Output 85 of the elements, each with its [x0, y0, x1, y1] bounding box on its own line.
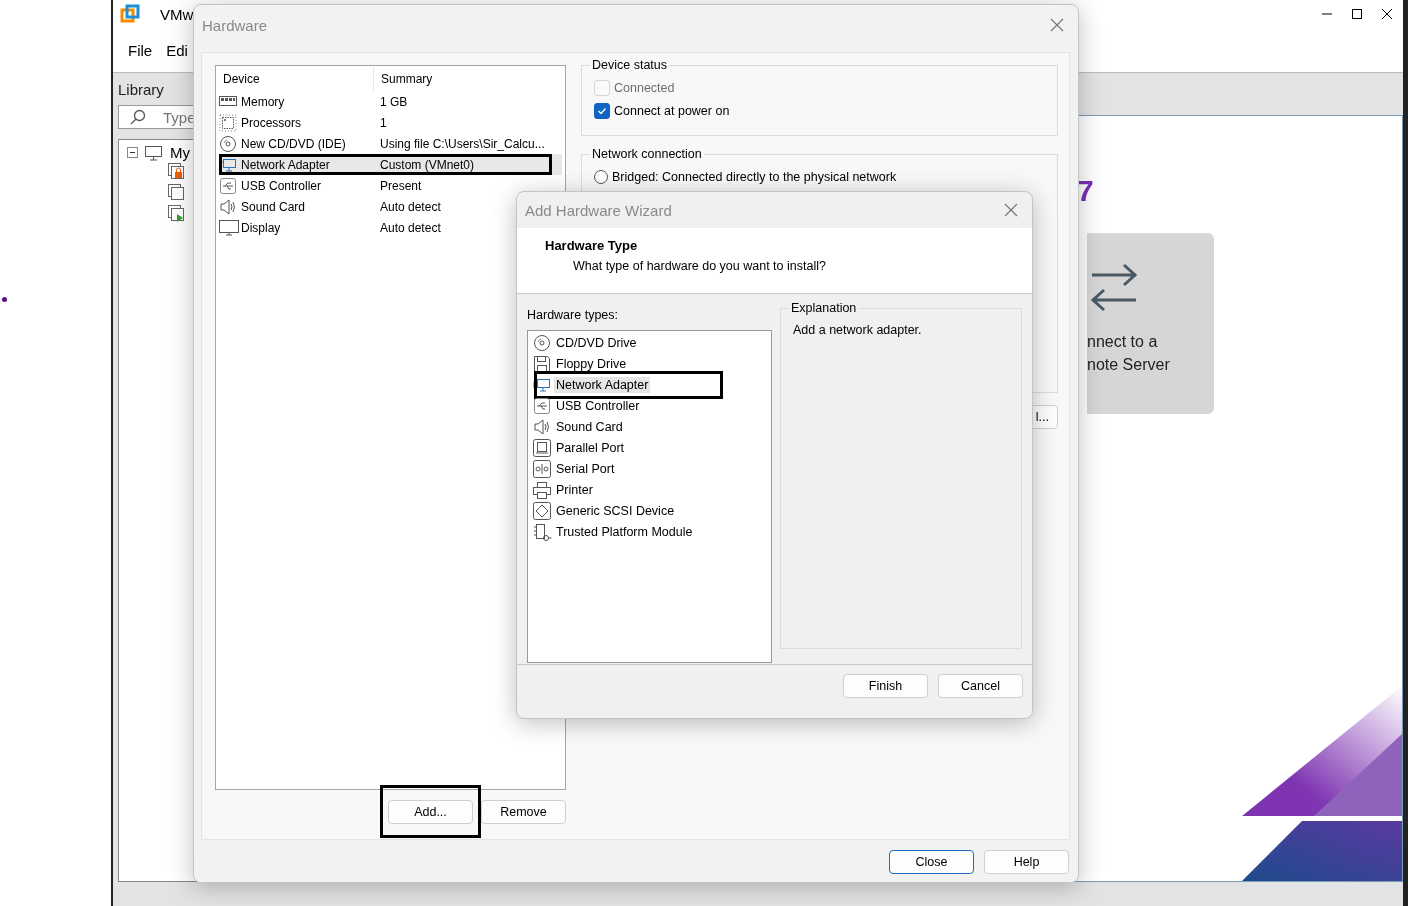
- list-label: Hardware types:: [527, 308, 619, 322]
- parallel-port-icon: [533, 438, 553, 457]
- swap-arrows-icon: [1089, 262, 1139, 314]
- chip-icon: [219, 113, 239, 132]
- dialog-title: Hardware: [202, 16, 268, 34]
- wizard-button[interactable]: Finish: [843, 674, 928, 698]
- list-item[interactable]: Generic SCSI Device: [554, 502, 677, 519]
- radio-option[interactable]: Bridged: Connected directly to the physical network: [594, 165, 1045, 188]
- monitor-icon: [144, 144, 164, 161]
- group-title: Explanation: [790, 301, 858, 315]
- vm-running-icon: [168, 204, 186, 223]
- dialog-button[interactable]: Help: [984, 850, 1069, 874]
- device-row[interactable]: Network Adapter Custom (VMnet0): [219, 154, 562, 175]
- list-item[interactable]: USB Controller: [554, 397, 642, 414]
- dialog-button[interactable]: Close: [889, 850, 974, 874]
- list-item[interactable]: Sound Card: [554, 418, 625, 435]
- serial-port-icon: [533, 459, 553, 478]
- group-title: Network connection: [591, 147, 703, 161]
- header-subtitle: What type of hardware do you want to install?: [573, 259, 827, 273]
- device-row[interactable]: Memory 1 GB: [219, 91, 408, 112]
- device-summary: Using file C:\Users\Sir_Calcu...: [379, 136, 545, 151]
- scsi-device-icon: [533, 501, 553, 520]
- chip-key-icon: [533, 522, 553, 541]
- dialog-title: Add Hardware Wizard: [525, 201, 672, 219]
- list-item[interactable]: Parallel Port: [554, 439, 627, 456]
- device-row[interactable]: Processors 1: [219, 112, 387, 133]
- usb-icon: [533, 396, 553, 415]
- device-name: Display: [241, 220, 281, 235]
- dot-mark: [2, 297, 7, 302]
- list-item[interactable]: Network Adapter: [554, 376, 651, 393]
- device-row[interactable]: USB Controller Present: [219, 175, 422, 196]
- add-button[interactable]: Add...: [388, 800, 473, 824]
- device-summary: Auto detect: [379, 199, 441, 214]
- floppy-icon: [533, 354, 553, 373]
- device-name: USB Controller: [241, 178, 322, 193]
- close-icon: [1381, 8, 1393, 20]
- close-icon: [1050, 18, 1064, 32]
- column-header[interactable]: Device: [219, 67, 374, 91]
- logo-icon: [120, 4, 140, 24]
- close-button[interactable]: [1002, 201, 1020, 219]
- remote-server-card[interactable]: nnect to a note Server: [1087, 233, 1214, 414]
- list-item[interactable]: CD/DVD Drive: [554, 334, 639, 351]
- header-title: Hardware Type: [545, 238, 639, 253]
- menu-item[interactable]: Edi: [166, 41, 188, 59]
- close-button[interactable]: [1048, 16, 1066, 34]
- device-row[interactable]: Sound Card Auto detect: [219, 196, 441, 217]
- explanation-text: Add a network adapter.: [793, 323, 923, 337]
- monitor-icon: [219, 218, 239, 237]
- device-summary: Auto detect: [379, 220, 441, 235]
- device-summary: Custom (VMnet0): [379, 157, 475, 172]
- remove-button[interactable]: Remove: [481, 800, 566, 824]
- product-title: 7: [1077, 174, 1094, 208]
- checkmark-icon: [597, 105, 607, 116]
- tree-item[interactable]: My: [170, 144, 190, 161]
- device-summary: 1: [379, 115, 387, 130]
- close-icon: [1004, 203, 1018, 217]
- column-header[interactable]: Summary: [374, 72, 433, 86]
- group-title: Device status: [591, 58, 669, 72]
- usb-icon: [219, 176, 239, 195]
- device-name: New CD/DVD (IDE): [241, 136, 346, 151]
- device-name: Network Adapter: [241, 157, 330, 172]
- device-name: Sound Card: [241, 199, 306, 214]
- search-icon: [130, 109, 146, 125]
- disc-icon: [533, 333, 553, 352]
- device-row[interactable]: Display Auto detect: [219, 217, 441, 238]
- list-item[interactable]: Serial Port: [554, 460, 617, 477]
- list-item[interactable]: Printer: [554, 481, 595, 498]
- maximize-icon: [1351, 8, 1363, 20]
- device-summary: 1 GB: [379, 94, 408, 109]
- vm-icon: [168, 183, 186, 202]
- card-label: nnect to a note Server: [1087, 332, 1170, 375]
- device-name: Processors: [241, 115, 302, 130]
- device-name: Memory: [241, 94, 285, 109]
- device-summary: Present: [379, 178, 422, 193]
- window-title: VMw: [160, 5, 194, 23]
- disc-icon: [219, 134, 239, 153]
- device-row[interactable]: New CD/DVD (IDE) Using file C:\Users\Sir_Calcu...: [219, 133, 545, 154]
- list-item[interactable]: Trusted Platform Module: [554, 523, 695, 540]
- checkbox-option[interactable]: Connect at power on: [594, 99, 1045, 122]
- panel-title: Library: [118, 81, 165, 98]
- vm-locked-icon: [168, 162, 186, 181]
- list-item[interactable]: Floppy Drive: [554, 355, 629, 372]
- menu-item[interactable]: File: [128, 41, 153, 59]
- printer-icon: [533, 480, 553, 499]
- wizard-button[interactable]: Cancel: [938, 674, 1023, 698]
